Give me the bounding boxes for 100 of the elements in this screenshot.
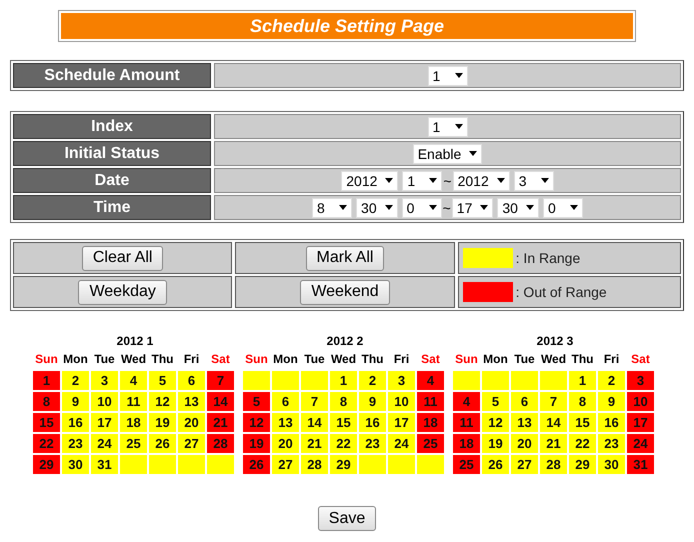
day-cell[interactable]	[178, 455, 205, 474]
day-cell[interactable]: 22	[569, 434, 596, 453]
dropdown[interactable]: 17	[452, 198, 494, 218]
day-cell[interactable]: 16	[598, 413, 625, 432]
day-cell[interactable]: 9	[62, 392, 89, 411]
action-button[interactable]: Mark All	[306, 246, 384, 270]
day-cell[interactable]: 23	[359, 434, 386, 453]
day-cell[interactable]: 18	[453, 434, 480, 453]
dropdown[interactable]: 1	[428, 66, 468, 86]
day-cell[interactable]: 5	[482, 392, 509, 411]
day-cell[interactable]: 14	[540, 413, 567, 432]
day-cell[interactable]: 9	[598, 392, 625, 411]
dropdown[interactable]: 0	[542, 198, 583, 218]
day-cell[interactable]: 22	[330, 434, 357, 453]
day-cell[interactable]: 6	[178, 371, 205, 390]
day-cell[interactable]	[207, 455, 234, 474]
day-cell[interactable]: 18	[120, 413, 147, 432]
day-cell[interactable]	[511, 371, 538, 390]
day-cell[interactable]: 26	[243, 455, 270, 474]
action-button[interactable]: Weekend	[300, 280, 390, 304]
day-cell[interactable]: 5	[243, 392, 270, 411]
dropdown[interactable]: Enable	[412, 144, 482, 164]
day-cell[interactable]: 17	[627, 413, 654, 432]
day-cell[interactable]: 10	[627, 392, 654, 411]
day-cell[interactable]: 12	[482, 413, 509, 432]
day-cell[interactable]: 26	[149, 434, 176, 453]
day-cell[interactable]: 21	[301, 434, 328, 453]
day-cell[interactable]: 3	[91, 371, 118, 390]
day-cell[interactable]: 10	[388, 392, 415, 411]
day-cell[interactable]: 25	[453, 455, 480, 474]
day-cell[interactable]: 29	[569, 455, 596, 474]
day-cell[interactable]	[482, 371, 509, 390]
dropdown[interactable]: 2012	[341, 170, 398, 190]
day-cell[interactable]: 19	[149, 413, 176, 432]
day-cell[interactable]: 30	[598, 455, 625, 474]
day-cell[interactable]: 20	[511, 434, 538, 453]
action-button[interactable]: Weekday	[78, 280, 167, 304]
day-cell[interactable]: 6	[511, 392, 538, 411]
dropdown[interactable]: 1	[428, 116, 468, 136]
day-cell[interactable]: 15	[569, 413, 596, 432]
day-cell[interactable]	[359, 455, 386, 474]
day-cell[interactable]: 24	[388, 434, 415, 453]
day-cell[interactable]: 31	[91, 455, 118, 474]
day-cell[interactable]: 1	[33, 371, 60, 390]
day-cell[interactable]: 14	[301, 413, 328, 432]
day-cell[interactable]: 1	[330, 371, 357, 390]
day-cell[interactable]: 7	[540, 392, 567, 411]
day-cell[interactable]: 2	[598, 371, 625, 390]
day-cell[interactable]: 14	[207, 392, 234, 411]
day-cell[interactable]: 25	[120, 434, 147, 453]
day-cell[interactable]: 5	[149, 371, 176, 390]
day-cell[interactable]: 21	[207, 413, 234, 432]
day-cell[interactable]	[388, 455, 415, 474]
day-cell[interactable]: 16	[62, 413, 89, 432]
day-cell[interactable]: 7	[301, 392, 328, 411]
day-cell[interactable]: 7	[207, 371, 234, 390]
day-cell[interactable]: 28	[207, 434, 234, 453]
dropdown[interactable]: 0	[402, 198, 442, 218]
day-cell[interactable]: 19	[482, 434, 509, 453]
dropdown[interactable]: 2012	[452, 170, 510, 190]
day-cell[interactable]: 13	[272, 413, 299, 432]
dropdown[interactable]: 1	[402, 170, 442, 190]
day-cell[interactable]: 13	[511, 413, 538, 432]
day-cell[interactable]: 12	[149, 392, 176, 411]
day-cell[interactable]: 19	[243, 434, 270, 453]
day-cell[interactable]	[540, 371, 567, 390]
day-cell[interactable]: 2	[62, 371, 89, 390]
day-cell[interactable]	[272, 371, 299, 390]
dropdown[interactable]: 30	[497, 198, 539, 218]
day-cell[interactable]: 27	[511, 455, 538, 474]
day-cell[interactable]: 15	[33, 413, 60, 432]
day-cell[interactable]: 3	[627, 371, 654, 390]
day-cell[interactable]	[417, 455, 444, 474]
dropdown[interactable]: 8	[312, 198, 352, 218]
day-cell[interactable]: 28	[540, 455, 567, 474]
day-cell[interactable]: 1	[569, 371, 596, 390]
day-cell[interactable]: 23	[62, 434, 89, 453]
day-cell[interactable]: 9	[359, 392, 386, 411]
dropdown[interactable]: 3	[514, 170, 554, 190]
day-cell[interactable]: 2	[359, 371, 386, 390]
day-cell[interactable]: 13	[178, 392, 205, 411]
day-cell[interactable]: 17	[388, 413, 415, 432]
day-cell[interactable]: 12	[243, 413, 270, 432]
day-cell[interactable]	[243, 371, 270, 390]
day-cell[interactable]: 20	[178, 413, 205, 432]
day-cell[interactable]: 29	[330, 455, 357, 474]
day-cell[interactable]: 28	[301, 455, 328, 474]
day-cell[interactable]: 22	[33, 434, 60, 453]
day-cell[interactable]: 6	[272, 392, 299, 411]
day-cell[interactable]: 24	[91, 434, 118, 453]
day-cell[interactable]: 10	[91, 392, 118, 411]
day-cell[interactable]: 3	[388, 371, 415, 390]
day-cell[interactable]: 17	[91, 413, 118, 432]
save-button[interactable]: Save	[318, 506, 376, 531]
day-cell[interactable]: 23	[598, 434, 625, 453]
day-cell[interactable]: 29	[33, 455, 60, 474]
day-cell[interactable]: 11	[120, 392, 147, 411]
day-cell[interactable]: 15	[330, 413, 357, 432]
day-cell[interactable]: 25	[417, 434, 444, 453]
day-cell[interactable]: 31	[627, 455, 654, 474]
